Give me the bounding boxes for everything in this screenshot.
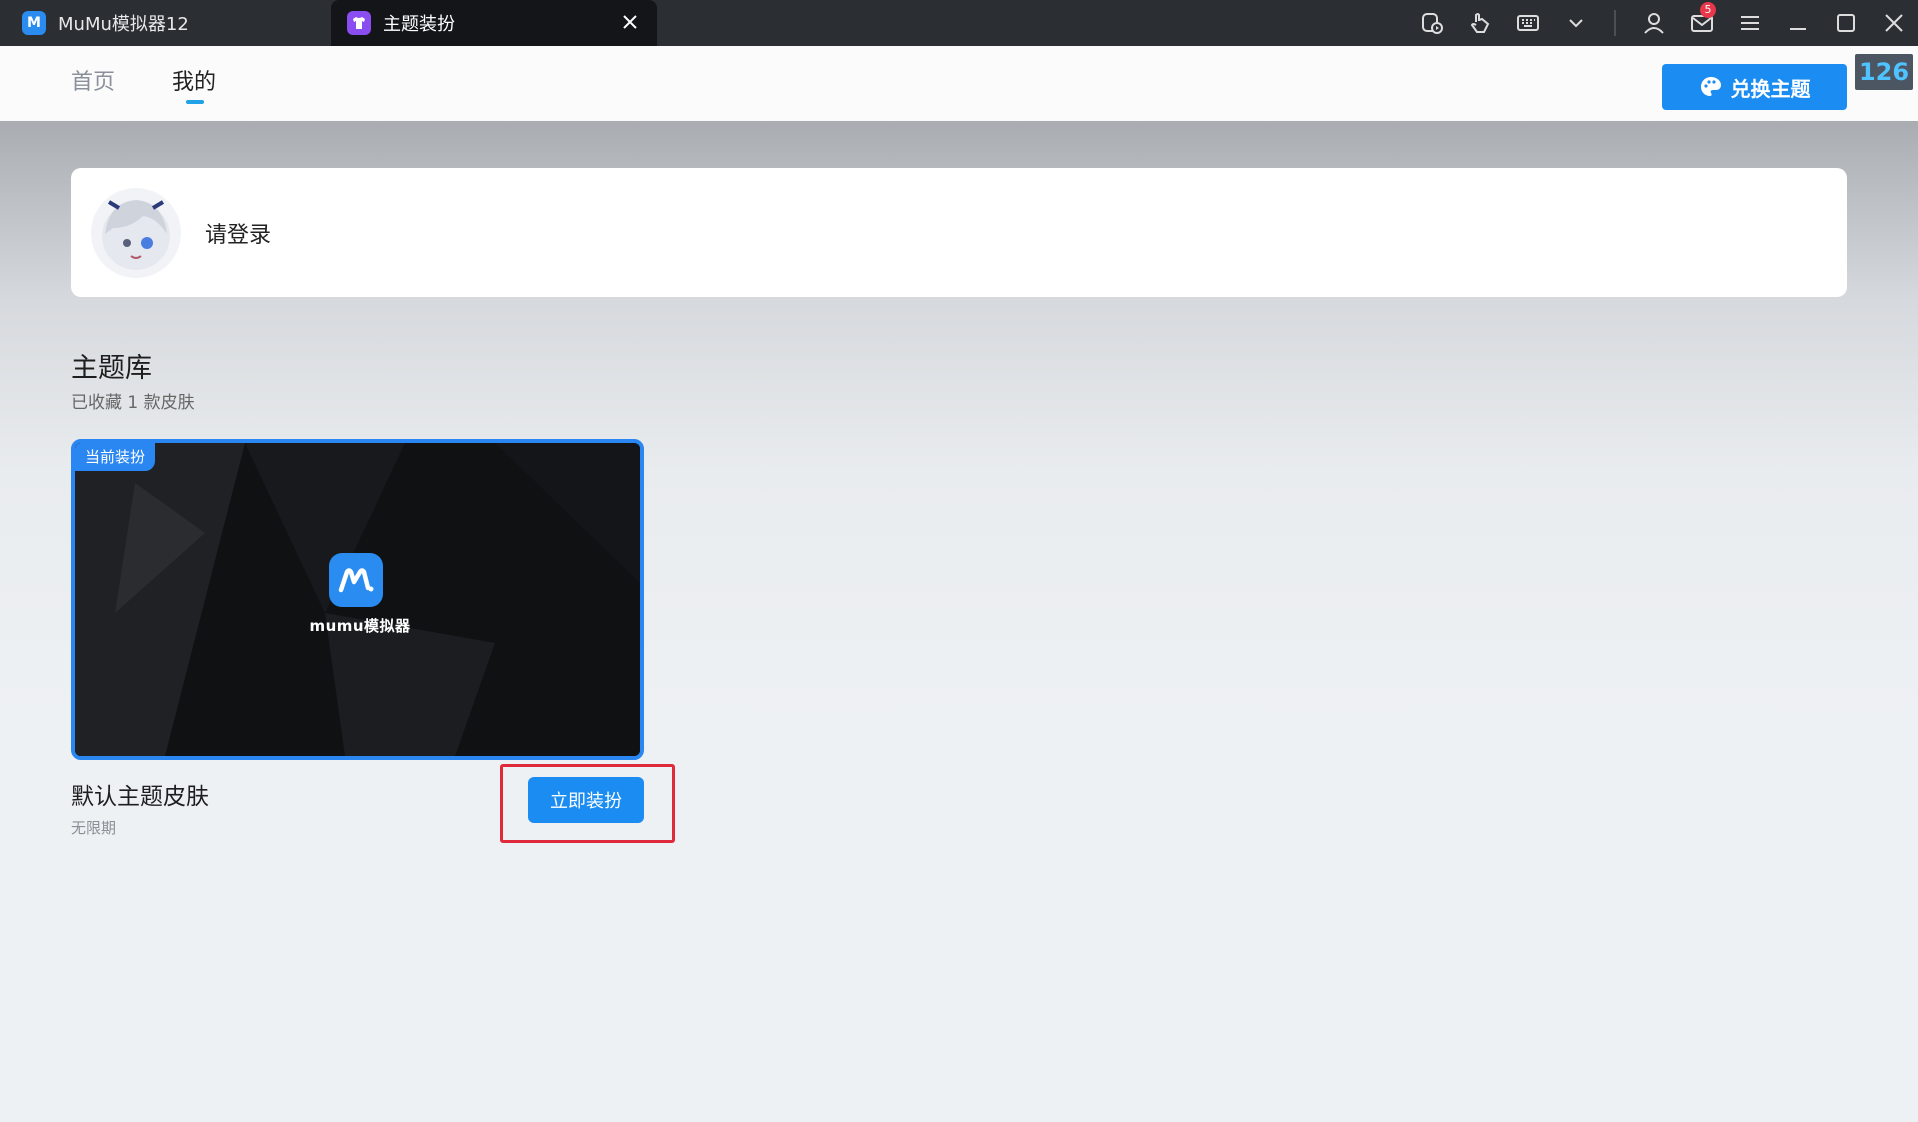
operation-hand-icon[interactable]	[1456, 0, 1504, 46]
mail-badge: 5	[1700, 2, 1716, 18]
nav-tab-mine[interactable]: 我的	[172, 64, 216, 96]
login-prompt[interactable]: 请登录	[205, 217, 271, 249]
keyboard-icon[interactable]	[1504, 0, 1552, 46]
minimize-icon[interactable]	[1774, 0, 1822, 46]
tab-label: 主题装扮	[383, 14, 455, 35]
main-content: 请登录 主题库 已收藏 1 款皮肤 当前装扮 mumu模拟器 默认主题皮肤 无限…	[0, 121, 1918, 1122]
separator	[1614, 10, 1616, 36]
tab-mumu-emulator[interactable]: M MuMu模拟器12	[0, 0, 330, 46]
redeem-label: 兑换主题	[1730, 78, 1811, 101]
active-tab-indicator	[186, 100, 204, 104]
user-icon[interactable]	[1630, 0, 1678, 46]
nav-tab-home[interactable]: 首页	[71, 64, 115, 96]
section-title: 主题库	[71, 353, 152, 384]
tab-label: MuMu模拟器12	[58, 14, 189, 35]
theme-expiry: 无限期	[71, 819, 117, 837]
theme-shirt-icon	[347, 11, 371, 35]
mumu-logo-icon	[329, 553, 383, 607]
close-window-icon[interactable]	[1870, 0, 1918, 46]
tab-theme-dressup[interactable]: 主题装扮	[331, 0, 657, 46]
theme-brand-text: mumu模拟器	[309, 617, 411, 635]
chevron-down-icon[interactable]	[1552, 0, 1600, 46]
mumu-logo-icon: M	[22, 11, 46, 35]
theme-preview-card[interactable]: 当前装扮 mumu模拟器	[71, 439, 644, 760]
collection-count: 已收藏 1 款皮肤	[71, 393, 195, 413]
title-bar: M MuMu模拟器12 主题装扮 5	[0, 0, 1918, 46]
current-theme-badge: 当前装扮	[75, 443, 156, 471]
apply-theme-button[interactable]: 立即装扮	[528, 777, 644, 823]
maximize-icon[interactable]	[1822, 0, 1870, 46]
titlebar-actions: 5	[1408, 0, 1918, 46]
nav-bar: 首页 我的 兑换主题	[0, 46, 1918, 121]
counter-badge: 126	[1855, 54, 1913, 90]
mail-icon[interactable]: 5	[1678, 0, 1726, 46]
menu-icon[interactable]	[1726, 0, 1774, 46]
login-card[interactable]: 请登录	[71, 168, 1847, 297]
record-icon[interactable]	[1408, 0, 1456, 46]
theme-name: 默认主题皮肤	[71, 784, 209, 810]
close-tab-icon[interactable]	[619, 11, 641, 33]
avatar[interactable]	[91, 188, 181, 278]
palette-icon	[1700, 77, 1721, 96]
redeem-theme-button[interactable]: 兑换主题	[1662, 64, 1847, 110]
